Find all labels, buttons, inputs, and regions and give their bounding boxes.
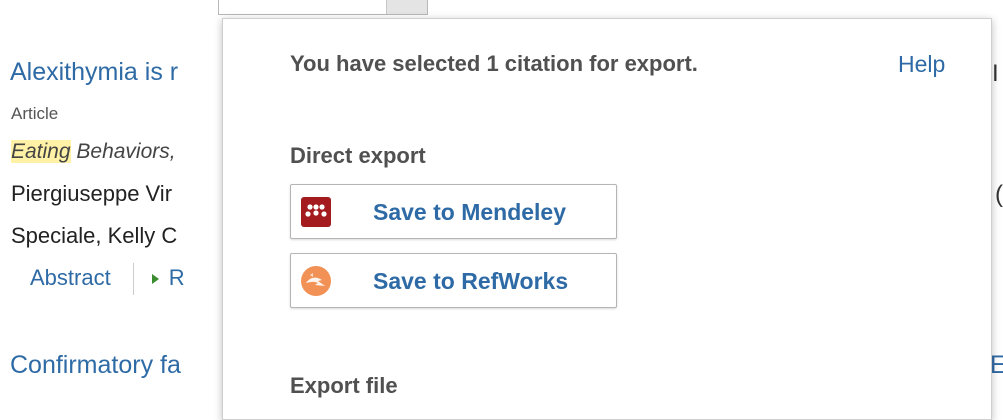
dropdown-arrow-segment[interactable] [386, 0, 427, 14]
save-to-refworks-label: Save to RefWorks [373, 268, 569, 294]
save-to-mendeley-label: Save to Mendeley [373, 199, 567, 225]
export-file-heading: Export file [290, 373, 398, 398]
save-to-refworks-button[interactable]: Save to RefWorks [290, 253, 617, 308]
mendeley-icon [301, 197, 331, 227]
result-authors: Piergiuseppe Vir [11, 181, 173, 206]
result-type: Article [11, 104, 59, 123]
export-dropdown-button[interactable] [218, 0, 428, 15]
link-divider [132, 263, 134, 295]
refworks-icon [301, 266, 331, 296]
result-source-text: Behaviors, [70, 140, 176, 163]
export-selection-message: You have selected 1 citation for export. [290, 51, 698, 76]
result-authors: Speciale, Kelly C [11, 223, 178, 248]
help-link[interactable]: Help [898, 51, 945, 78]
result-title-link[interactable]: Alexithymia is r [10, 58, 178, 87]
result-links: Abstract R [30, 263, 185, 295]
result-title-link[interactable]: Confirmatory fa [10, 351, 181, 380]
save-to-mendeley-button[interactable]: Save to Mendeley [290, 184, 617, 239]
edge-text-fragment: I [992, 60, 999, 87]
export-popup: You have selected 1 citation for export.… [222, 18, 992, 420]
related-link[interactable]: R [169, 265, 185, 290]
abstract-link[interactable]: Abstract [30, 265, 111, 290]
edge-text-fragment: ( [995, 181, 1003, 208]
direct-export-heading: Direct export [290, 143, 426, 168]
expand-triangle-icon[interactable] [151, 274, 159, 284]
result-source: Eating Behaviors, [11, 140, 176, 164]
search-highlight: Eating [11, 140, 71, 163]
